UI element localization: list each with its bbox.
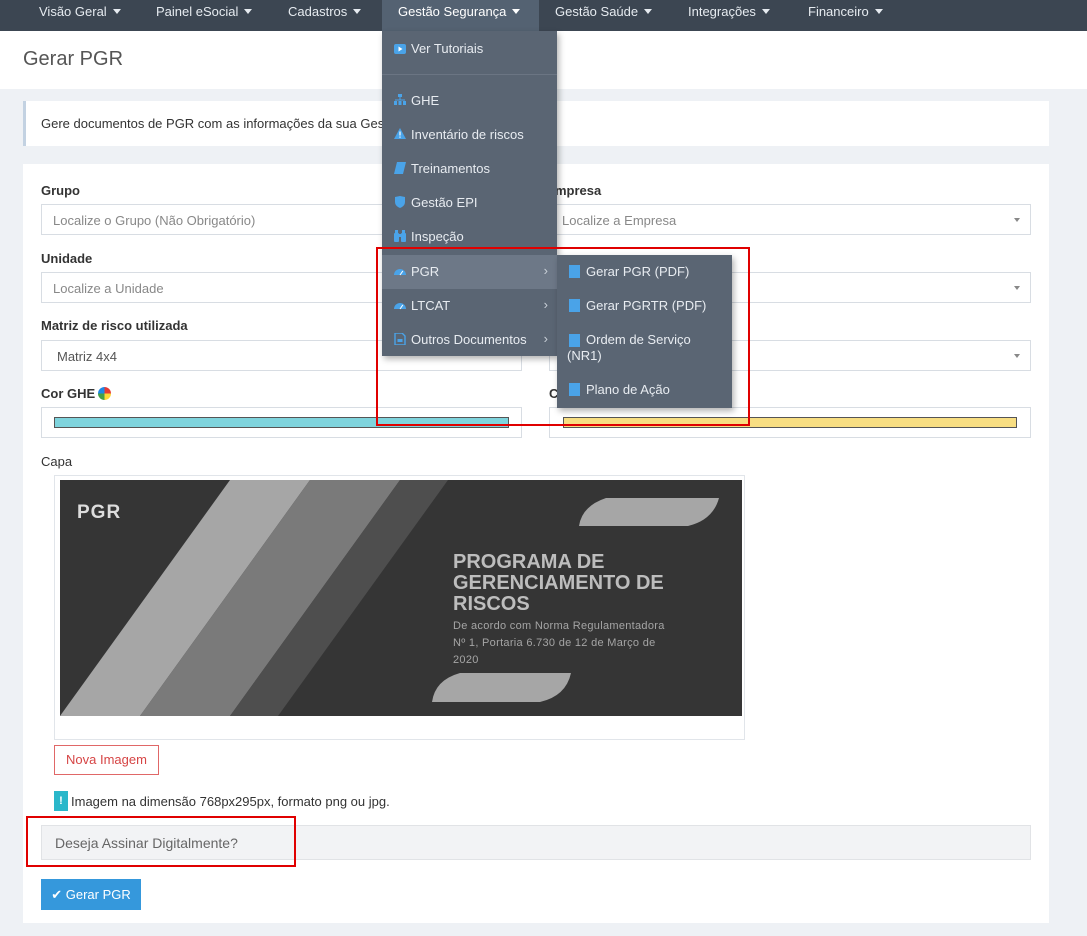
empresa-placeholder: Localize a Empresa xyxy=(562,213,677,228)
nav-label: Visão Geral xyxy=(39,4,107,19)
sitemap-icon xyxy=(394,94,406,105)
caret-down-icon xyxy=(244,9,253,14)
caret-down-icon xyxy=(874,9,883,14)
highlight-box-assinar xyxy=(26,816,296,867)
info-icon: ! xyxy=(54,791,68,811)
chevron-down-icon xyxy=(1014,218,1020,222)
matriz-value: Matriz 4x4 xyxy=(57,349,117,364)
cover-title-line: PROGRAMA DE xyxy=(453,551,605,573)
menu-item-label: Ver Tutoriais xyxy=(411,41,484,56)
empresa-label: mpresa xyxy=(555,183,602,198)
menu-item-treinamentos[interactable]: Treinamentos xyxy=(382,152,557,186)
menu-item-ghe[interactable]: GHE xyxy=(382,84,557,118)
chevron-down-icon xyxy=(1014,354,1020,358)
cover-subtitle-line: Nº 1, Portaria 6.730 de 12 de Março de xyxy=(453,637,656,649)
cover-subtitle-line: De acordo com Norma Regulamentadora xyxy=(453,620,665,632)
nav-integracoes[interactable]: Integrações xyxy=(688,0,770,31)
top-navbar: Visão Geral Painel eSocial Cadastros Ges… xyxy=(0,0,1087,31)
warning-icon xyxy=(394,128,406,139)
menu-item-label: GHE xyxy=(411,93,440,108)
caret-down-icon xyxy=(644,9,653,14)
unidade-label: Unidade xyxy=(41,251,93,266)
nav-label: Gestão Segurança xyxy=(398,4,507,19)
nav-label: Financeiro xyxy=(808,4,869,19)
grupo-placeholder: Localize o Grupo (Não Obrigatório) xyxy=(53,213,256,228)
nav-gestao-seguranca[interactable]: Gestão Segurança xyxy=(382,0,539,31)
menu-divider xyxy=(382,74,557,75)
menu-item-gestao-epi[interactable]: Gestão EPI xyxy=(382,186,557,220)
cover-title: PROGRAMA DE GERENCIAMENTO DE RISCOS xyxy=(453,552,664,615)
cover-logo: PGR xyxy=(77,502,122,523)
info-text: Gere documentos de PGR com as informaçõe… xyxy=(41,116,414,131)
nav-label: Painel eSocial xyxy=(156,4,239,19)
unidade-placeholder: Localize a Unidade xyxy=(53,281,164,296)
cover-subtitle: De acordo com Norma Regulamentadora Nº 1… xyxy=(453,618,665,669)
cover-preview-frame: PGR PROGRAMA DE GERENCIAMENTO DE RISCOS … xyxy=(54,475,745,740)
cover-subtitle-line: 2020 xyxy=(453,654,479,666)
menu-item-inventario-riscos[interactable]: Inventário de riscos xyxy=(382,118,557,152)
capa-label: Capa xyxy=(41,454,73,469)
gerar-pgr-button[interactable]: ✔ Gerar PGR xyxy=(41,879,141,910)
binoculars-icon xyxy=(394,230,406,242)
caret-down-icon xyxy=(353,9,362,14)
chevron-down-icon xyxy=(1014,286,1020,290)
cor-ghe-label: Cor GHE xyxy=(41,386,112,401)
nav-painel-esocial[interactable]: Painel eSocial xyxy=(156,0,253,31)
book-icon xyxy=(394,162,406,174)
page-title: Gerar PGR xyxy=(23,48,124,70)
nav-gestao-saude[interactable]: Gestão Saúde xyxy=(555,0,653,31)
matriz-label: Matriz de risco utilizada xyxy=(41,318,188,333)
empresa-select[interactable]: Localize a Empresa xyxy=(549,204,1031,235)
cover-title-line: RISCOS xyxy=(453,593,530,615)
caret-down-icon xyxy=(112,9,121,14)
menu-item-label: Inventário de riscos xyxy=(411,127,524,142)
cor-ghe-text: Cor GHE xyxy=(41,386,96,401)
cover-image: PGR PROGRAMA DE GERENCIAMENTO DE RISCOS … xyxy=(60,480,742,716)
menu-item-label: Gestão EPI xyxy=(411,195,478,210)
caret-down-icon xyxy=(512,9,521,14)
shield-icon xyxy=(395,196,405,208)
menu-item-label: Inspeção xyxy=(411,229,464,244)
nav-label: Cadastros xyxy=(288,4,348,19)
color-wheel-icon xyxy=(98,387,112,400)
highlight-box-menu xyxy=(376,247,750,426)
menu-item-label: Treinamentos xyxy=(411,161,490,176)
cover-title-line: GERENCIAMENTO DE xyxy=(453,572,664,594)
nav-label: Gestão Saúde xyxy=(555,4,639,19)
check-icon: ✔ xyxy=(51,887,63,902)
menu-item-ver-tutoriais[interactable]: Ver Tutoriais xyxy=(382,32,557,66)
nav-visao-geral[interactable]: Visão Geral xyxy=(39,0,121,31)
nav-financeiro[interactable]: Financeiro xyxy=(808,0,883,31)
youtube-icon xyxy=(394,44,406,54)
gerar-pgr-label: Gerar PGR xyxy=(65,887,131,902)
image-hint: Imagem na dimensão 768px295px, formato p… xyxy=(71,794,390,809)
caret-down-icon xyxy=(761,9,770,14)
grupo-label: Grupo xyxy=(41,183,80,198)
nav-cadastros[interactable]: Cadastros xyxy=(288,0,362,31)
nova-imagem-button[interactable]: Nova Imagem xyxy=(54,745,159,775)
nav-label: Integrações xyxy=(688,4,756,19)
